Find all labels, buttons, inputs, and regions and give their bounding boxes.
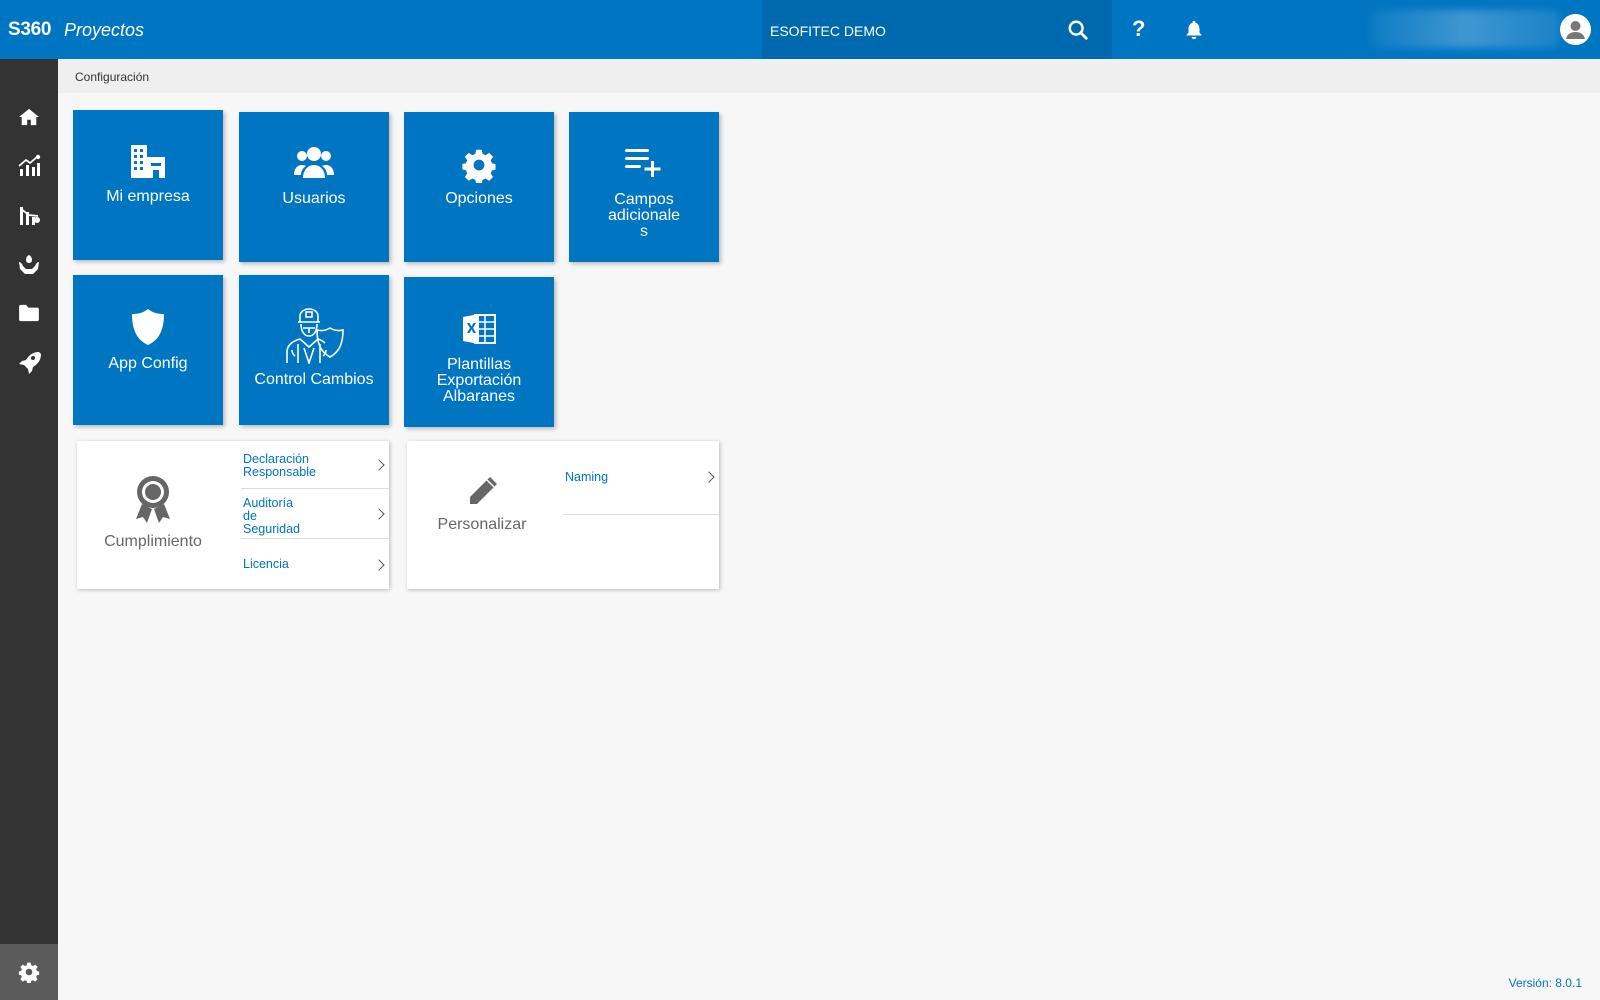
sidebar-item-documents[interactable]: [0, 291, 58, 335]
doctor-shield-icon: [286, 308, 344, 364]
link-declaracion-responsable[interactable]: Declaración Responsable: [241, 441, 389, 489]
list-add-icon: [625, 149, 661, 177]
sidebar-item-care[interactable]: [0, 242, 58, 286]
tile-opciones[interactable]: Opciones: [404, 112, 554, 262]
breadcrumb: Configuración: [58, 59, 1600, 93]
shield-icon: [132, 309, 164, 345]
chevron-right-icon: [703, 471, 715, 483]
card-title: Personalizar: [437, 516, 527, 533]
tile-label: Plantillas Exportación Albaranes: [436, 356, 522, 405]
search-bar[interactable]: ESOFITEC DEMO: [762, 0, 1112, 59]
rocket-icon: [19, 352, 41, 374]
tile-usuarios[interactable]: Usuarios: [239, 112, 389, 262]
tile-label: Control Cambios: [254, 371, 374, 388]
users-icon: [294, 147, 334, 178]
pencil-icon: [466, 474, 500, 513]
top-bar: S360 Proyectos ESOFITEC DEMO ?: [0, 0, 1600, 59]
link-licencia[interactable]: Licencia: [241, 539, 389, 589]
app-name: Proyectos: [64, 20, 145, 40]
award-ribbon-icon: [133, 474, 173, 531]
gear-icon: [462, 149, 496, 183]
link-naming[interactable]: Naming: [563, 441, 719, 515]
tile-label: Usuarios: [282, 190, 346, 207]
user-icon: [1566, 21, 1585, 39]
search-icon[interactable]: [1067, 19, 1089, 41]
sidebar-item-home[interactable]: [0, 95, 58, 139]
tile-mi-empresa[interactable]: Mi empresa: [73, 110, 223, 260]
card-personalizar: Personalizar Naming: [407, 441, 719, 589]
breadcrumb-current: Configuración: [75, 70, 150, 84]
hands-plant-icon: [19, 255, 39, 274]
chevron-right-icon: [373, 508, 385, 520]
tile-campos-adicionales[interactable]: Campos adicionale s: [569, 112, 719, 262]
tile-plantillas-exportacion[interactable]: Plantillas Exportación Albaranes: [404, 277, 554, 427]
tile-app-config[interactable]: App Config: [73, 275, 223, 425]
tile-control-cambios[interactable]: Control Cambios: [239, 275, 389, 425]
card-cumplimiento: Cumplimiento Declaración Responsable Aud…: [77, 441, 389, 589]
sidebar-settings-button[interactable]: [0, 944, 58, 1000]
company-name[interactable]: ESOFITEC DEMO: [770, 23, 886, 39]
sidebar-item-reports[interactable]: [0, 193, 58, 237]
card-title: Cumplimiento: [104, 533, 202, 550]
link-auditoria-seguridad[interactable]: Auditoría de Seguridad: [241, 489, 389, 539]
home-icon: [19, 108, 39, 126]
tile-label: Opciones: [445, 190, 513, 207]
chart-down-icon: [20, 207, 40, 225]
excel-icon: [463, 314, 496, 344]
help-icon[interactable]: ?: [1132, 16, 1145, 42]
gear-icon: [18, 962, 40, 983]
folder-icon: [19, 304, 39, 322]
sidebar-item-launch[interactable]: [0, 340, 58, 384]
chevron-right-icon: [373, 559, 385, 571]
tile-label: App Config: [108, 355, 188, 372]
bell-icon[interactable]: [1183, 19, 1205, 41]
user-name-blurred[interactable]: [1370, 10, 1560, 48]
version-label: Versión: 8.0.1: [1508, 976, 1582, 990]
chevron-right-icon: [373, 459, 385, 471]
chart-growth-icon: [18, 154, 41, 176]
brand-logo[interactable]: S360: [8, 19, 51, 41]
avatar[interactable]: [1560, 14, 1591, 45]
tile-label: Campos adicionale s: [607, 191, 681, 240]
sidebar: [0, 59, 58, 1000]
building-icon: [131, 145, 165, 178]
sidebar-item-analytics[interactable]: [0, 144, 58, 188]
tile-label: Mi empresa: [106, 188, 190, 205]
